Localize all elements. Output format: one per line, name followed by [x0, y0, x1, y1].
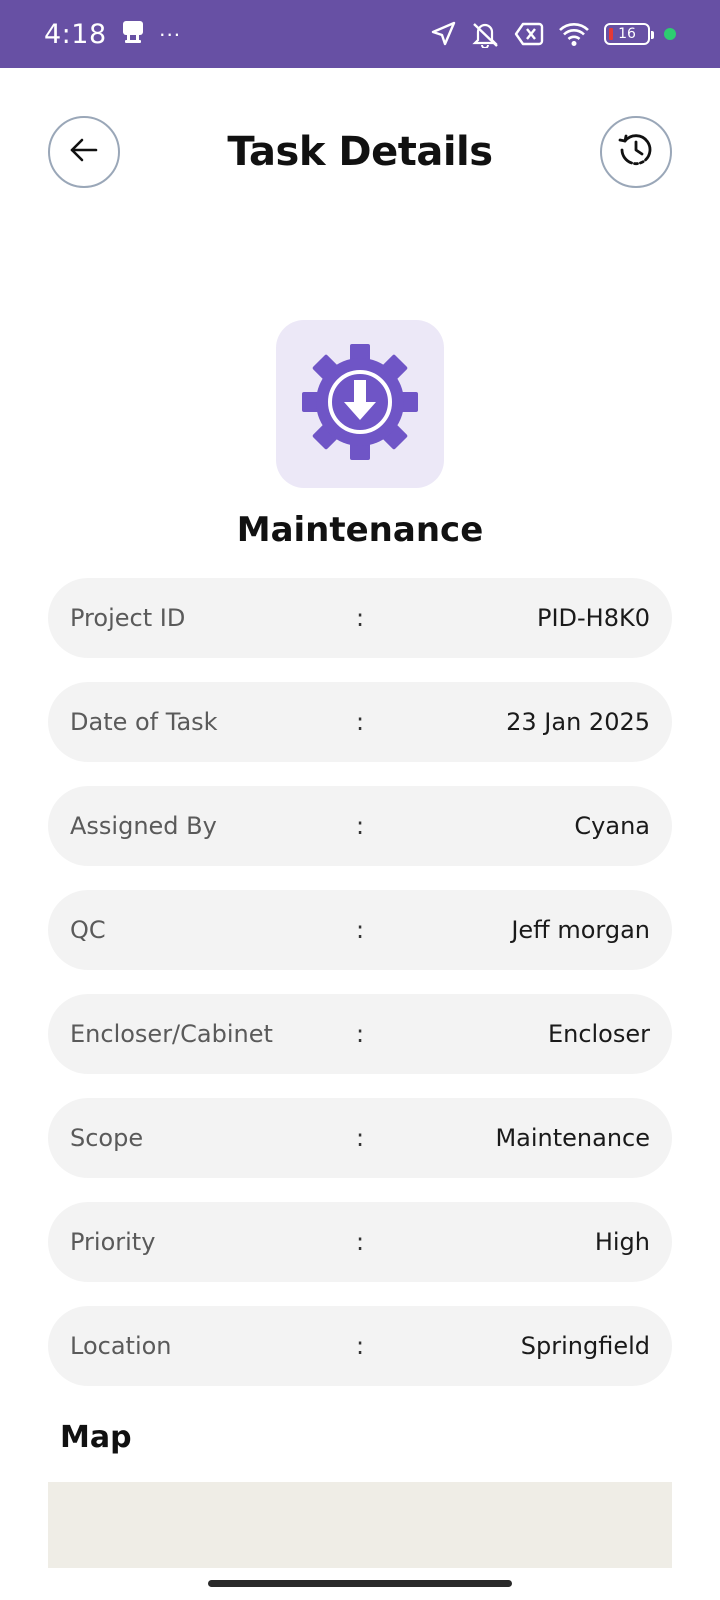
- detail-separator: :: [355, 708, 365, 736]
- detail-separator: :: [355, 1124, 365, 1152]
- detail-label: Assigned By: [70, 812, 217, 840]
- detail-row-scope: Scope : Maintenance: [48, 1098, 672, 1178]
- privacy-indicator-dot: [664, 28, 676, 40]
- header: Task Details: [48, 116, 672, 188]
- history-button[interactable]: [599, 116, 672, 188]
- detail-separator: :: [355, 1332, 365, 1360]
- more-notifications-icon: ···: [158, 21, 181, 46]
- detail-value: Cyana: [574, 812, 650, 840]
- detail-row-qc: QC : Jeff morgan: [48, 890, 672, 970]
- status-bar: 4:18 ··· 16: [0, 0, 720, 68]
- detail-value: 23 Jan 2025: [506, 708, 650, 736]
- detail-value: Maintenance: [495, 1124, 650, 1152]
- battery-low-fill: [609, 28, 613, 40]
- home-indicator[interactable]: [208, 1580, 512, 1587]
- detail-label: QC: [70, 916, 106, 944]
- detail-value: Jeff morgan: [511, 916, 650, 944]
- page-title: Task Details: [227, 129, 493, 175]
- detail-separator: :: [355, 1228, 365, 1256]
- detail-row-location: Location : Springfield: [48, 1306, 672, 1386]
- wifi-icon: [558, 21, 590, 47]
- status-left: 4:18 ···: [44, 19, 181, 50]
- detail-value: PID-H8K0: [536, 604, 650, 632]
- detail-row-encloser-cabinet: Encloser/Cabinet : Encloser: [48, 994, 672, 1074]
- detail-value: Encloser: [547, 1020, 650, 1048]
- task-details-list: Project ID : PID-H8K0 Date of Task : 23 …: [48, 578, 672, 1410]
- detail-label: Location: [70, 1332, 172, 1360]
- detail-separator: :: [355, 1020, 365, 1048]
- detail-value: High: [594, 1228, 650, 1256]
- mute-icon: [470, 20, 500, 48]
- map-section-title: Map: [60, 1420, 132, 1455]
- detail-label: Encloser/Cabinet: [70, 1020, 273, 1048]
- sim-x-icon: [514, 21, 544, 47]
- detail-label: Project ID: [70, 604, 186, 632]
- notification-app-icon: [121, 19, 145, 50]
- detail-separator: :: [355, 604, 365, 632]
- history-clock-icon: [617, 131, 655, 174]
- task-type-icon-box: [276, 320, 444, 488]
- detail-row-assigned-by: Assigned By : Cyana: [48, 786, 672, 866]
- map-view[interactable]: [48, 1482, 672, 1568]
- detail-row-date-of-task: Date of Task : 23 Jan 2025: [48, 682, 672, 762]
- battery-icon: 16: [604, 23, 654, 45]
- back-button[interactable]: [48, 116, 120, 188]
- location-arrow-icon: [430, 21, 456, 47]
- detail-separator: :: [355, 812, 365, 840]
- arrow-left-icon: [69, 138, 99, 167]
- status-time: 4:18: [44, 18, 107, 50]
- detail-separator: :: [355, 916, 365, 944]
- detail-row-priority: Priority : High: [48, 1202, 672, 1282]
- detail-label: Priority: [70, 1228, 156, 1256]
- status-right: 16: [430, 20, 676, 48]
- detail-row-project-id: Project ID : PID-H8K0: [48, 578, 672, 658]
- task-type-title: Maintenance: [236, 510, 484, 550]
- detail-label: Scope: [70, 1124, 144, 1152]
- battery-level: 16: [618, 26, 636, 42]
- detail-label: Date of Task: [70, 708, 218, 736]
- detail-value: Springfield: [520, 1332, 650, 1360]
- gear-download-icon: [298, 340, 422, 469]
